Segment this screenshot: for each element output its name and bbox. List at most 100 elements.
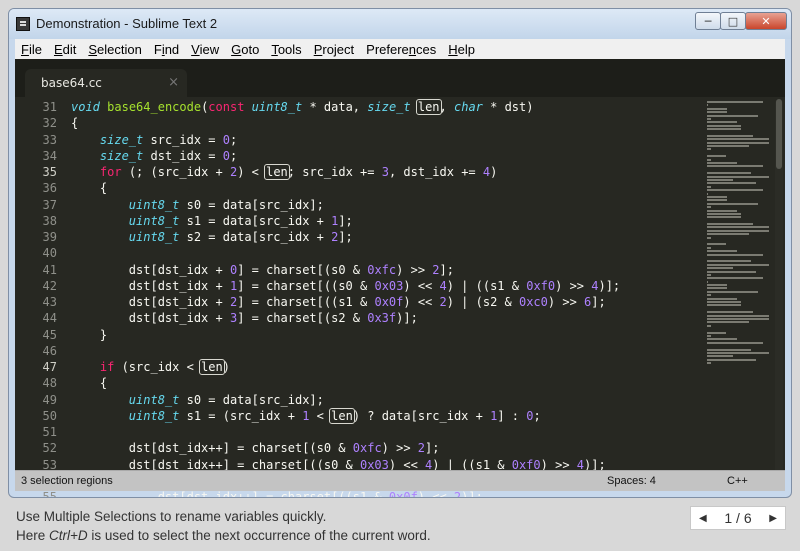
code-line[interactable]: uint8_t s2 = data[src_idx + 2]; xyxy=(71,229,675,245)
code-line[interactable]: void base64_encode(const uint8_t * data,… xyxy=(71,99,675,115)
minimap-line xyxy=(707,321,749,324)
prev-arrow-icon[interactable]: ◀ xyxy=(699,513,707,524)
code-line[interactable]: dst[dst_idx + 3] = charset[(s2 & 0x3f)]; xyxy=(71,310,675,326)
minimap-line xyxy=(707,287,727,290)
minimap-line xyxy=(707,331,727,334)
line-number: 43 xyxy=(42,295,57,309)
minimap-line xyxy=(707,314,769,317)
syntax-status[interactable]: C++ xyxy=(727,475,748,487)
code-line[interactable] xyxy=(71,245,675,261)
vertical-scrollbar[interactable] xyxy=(775,99,783,484)
line-number: 36 xyxy=(42,181,57,196)
app-window: Demonstration - Sublime Text 2 ─ □ ✕ Fil… xyxy=(8,8,792,498)
minimap-line xyxy=(707,324,712,327)
minimap-line xyxy=(707,341,764,344)
code-line[interactable]: uint8_t s0 = data[src_idx]; xyxy=(71,197,675,213)
minimap-line xyxy=(707,185,712,188)
minimap-line xyxy=(707,304,741,307)
minimap-line xyxy=(707,351,769,354)
selected-word[interactable]: len xyxy=(264,164,290,180)
menu-file[interactable]: File xyxy=(15,42,48,57)
line-number: 51 xyxy=(42,425,57,439)
code-line[interactable]: } xyxy=(71,327,675,343)
slide-pager: ◀ 1 / 6 ▶ xyxy=(690,506,786,530)
code-line[interactable]: uint8_t s1 = (src_idx + 1 < len) ? data[… xyxy=(71,407,675,424)
line-number: 40 xyxy=(42,246,57,261)
scrollbar-thumb[interactable] xyxy=(776,99,782,169)
sublime-app-icon xyxy=(16,17,30,31)
minimap-line xyxy=(707,260,752,263)
caption-text: is used to select the next occurrence of… xyxy=(87,528,431,543)
menu-bar: File Edit Selection Find View Goto Tools Projec… xyxy=(15,39,785,59)
code-view[interactable]: void base64_encode(const uint8_t * data,… xyxy=(71,99,675,497)
line-number: 35 xyxy=(42,165,57,179)
minimap-line xyxy=(707,148,712,151)
code-line[interactable]: for (; (src_idx + 2) < len; src_idx += 3… xyxy=(71,164,675,180)
line-number: 47 xyxy=(42,360,57,374)
code-line[interactable]: dst[dst_idx + 2] = charset[((s1 & 0x0f) … xyxy=(71,294,675,310)
next-arrow-icon[interactable]: ▶ xyxy=(769,513,777,524)
code-line[interactable] xyxy=(71,424,675,440)
menu-preferences[interactable]: Preferences xyxy=(360,42,442,57)
tab-close-icon[interactable]: × xyxy=(168,75,179,90)
menu-selection[interactable]: Selection xyxy=(82,42,147,57)
caption-line-1: Use Multiple Selections to rename variab… xyxy=(16,509,327,524)
menu-find[interactable]: Find xyxy=(148,42,185,57)
code-line[interactable]: uint8_t s1 = data[src_idx + 1]; xyxy=(71,213,675,229)
selected-word[interactable]: len xyxy=(415,99,442,115)
close-button[interactable]: ✕ xyxy=(745,12,787,30)
line-number-gutter: 31 32 33 34 35 36 37 38 39 40 41 42 43 44 45 46 47 48 49 50… xyxy=(15,99,65,497)
menu-goto[interactable]: Goto xyxy=(225,42,265,57)
minimap-line xyxy=(707,199,727,202)
code-line[interactable]: uint8_t s0 = data[src_idx]; xyxy=(71,392,675,408)
minimap-line xyxy=(707,246,712,249)
line-number: 46 xyxy=(42,343,57,358)
minimap-line xyxy=(707,189,763,192)
code-line[interactable]: dst[dst_idx++] = charset[(s0 & 0xfc) >> … xyxy=(71,440,675,456)
menu-view[interactable]: View xyxy=(185,42,225,57)
shortcut-key: Ctrl+D xyxy=(49,528,88,543)
minimap-line xyxy=(707,172,752,175)
selected-word[interactable]: len xyxy=(199,359,225,375)
maximize-button[interactable]: □ xyxy=(720,12,746,30)
tab-base64[interactable]: base64.cc × xyxy=(25,69,187,97)
line-number: 45 xyxy=(42,327,57,342)
minimap-line xyxy=(707,155,727,158)
minimap-line xyxy=(707,250,738,253)
selected-word[interactable]: len xyxy=(329,407,355,424)
minimap-line xyxy=(707,263,769,266)
code-line[interactable]: dst[dst_idx + 0] = charset[(s0 & 0xfc) >… xyxy=(71,262,675,278)
code-line[interactable]: size_t dst_idx = 0; xyxy=(71,148,675,164)
minimap-line xyxy=(707,348,752,351)
code-line[interactable]: if (src_idx < len) xyxy=(71,359,675,375)
minimap-line xyxy=(707,311,753,314)
line-number: 34 xyxy=(42,148,57,163)
title-bar[interactable]: Demonstration - Sublime Text 2 ─ □ ✕ xyxy=(9,9,791,39)
minimize-button[interactable]: ─ xyxy=(695,12,721,30)
minimap-line xyxy=(707,236,712,239)
caption: Use Multiple Selections to rename variab… xyxy=(16,507,431,545)
minimap[interactable] xyxy=(707,101,769,481)
minimap-line xyxy=(707,209,738,212)
minimap-line xyxy=(707,134,753,137)
code-line[interactable]: { xyxy=(71,115,675,131)
menu-tools[interactable]: Tools xyxy=(265,42,307,57)
minimap-line xyxy=(707,114,759,117)
minimap-line xyxy=(707,165,764,168)
caption-text: Here xyxy=(16,528,50,543)
caption-line-2: Here Ctrl+D is used to select the next o… xyxy=(16,526,431,545)
maximize-icon: □ xyxy=(727,14,739,28)
menu-edit[interactable]: Edit xyxy=(48,42,82,57)
menu-project[interactable]: Project xyxy=(308,42,360,57)
minimap-line xyxy=(707,223,753,226)
indentation-status[interactable]: Spaces: 4 xyxy=(607,475,656,487)
minimap-line xyxy=(707,318,769,320)
minimap-line xyxy=(707,111,727,114)
code-line[interactable]: size_t src_idx = 0; xyxy=(71,132,675,148)
menu-help[interactable]: Help xyxy=(442,42,481,57)
code-line[interactable]: dst[dst_idx + 1] = charset[((s0 & 0x03) … xyxy=(71,278,675,294)
code-line[interactable]: { xyxy=(71,375,675,391)
code-line[interactable]: { xyxy=(71,180,675,196)
minimap-line xyxy=(707,294,712,297)
code-line[interactable] xyxy=(71,343,675,359)
